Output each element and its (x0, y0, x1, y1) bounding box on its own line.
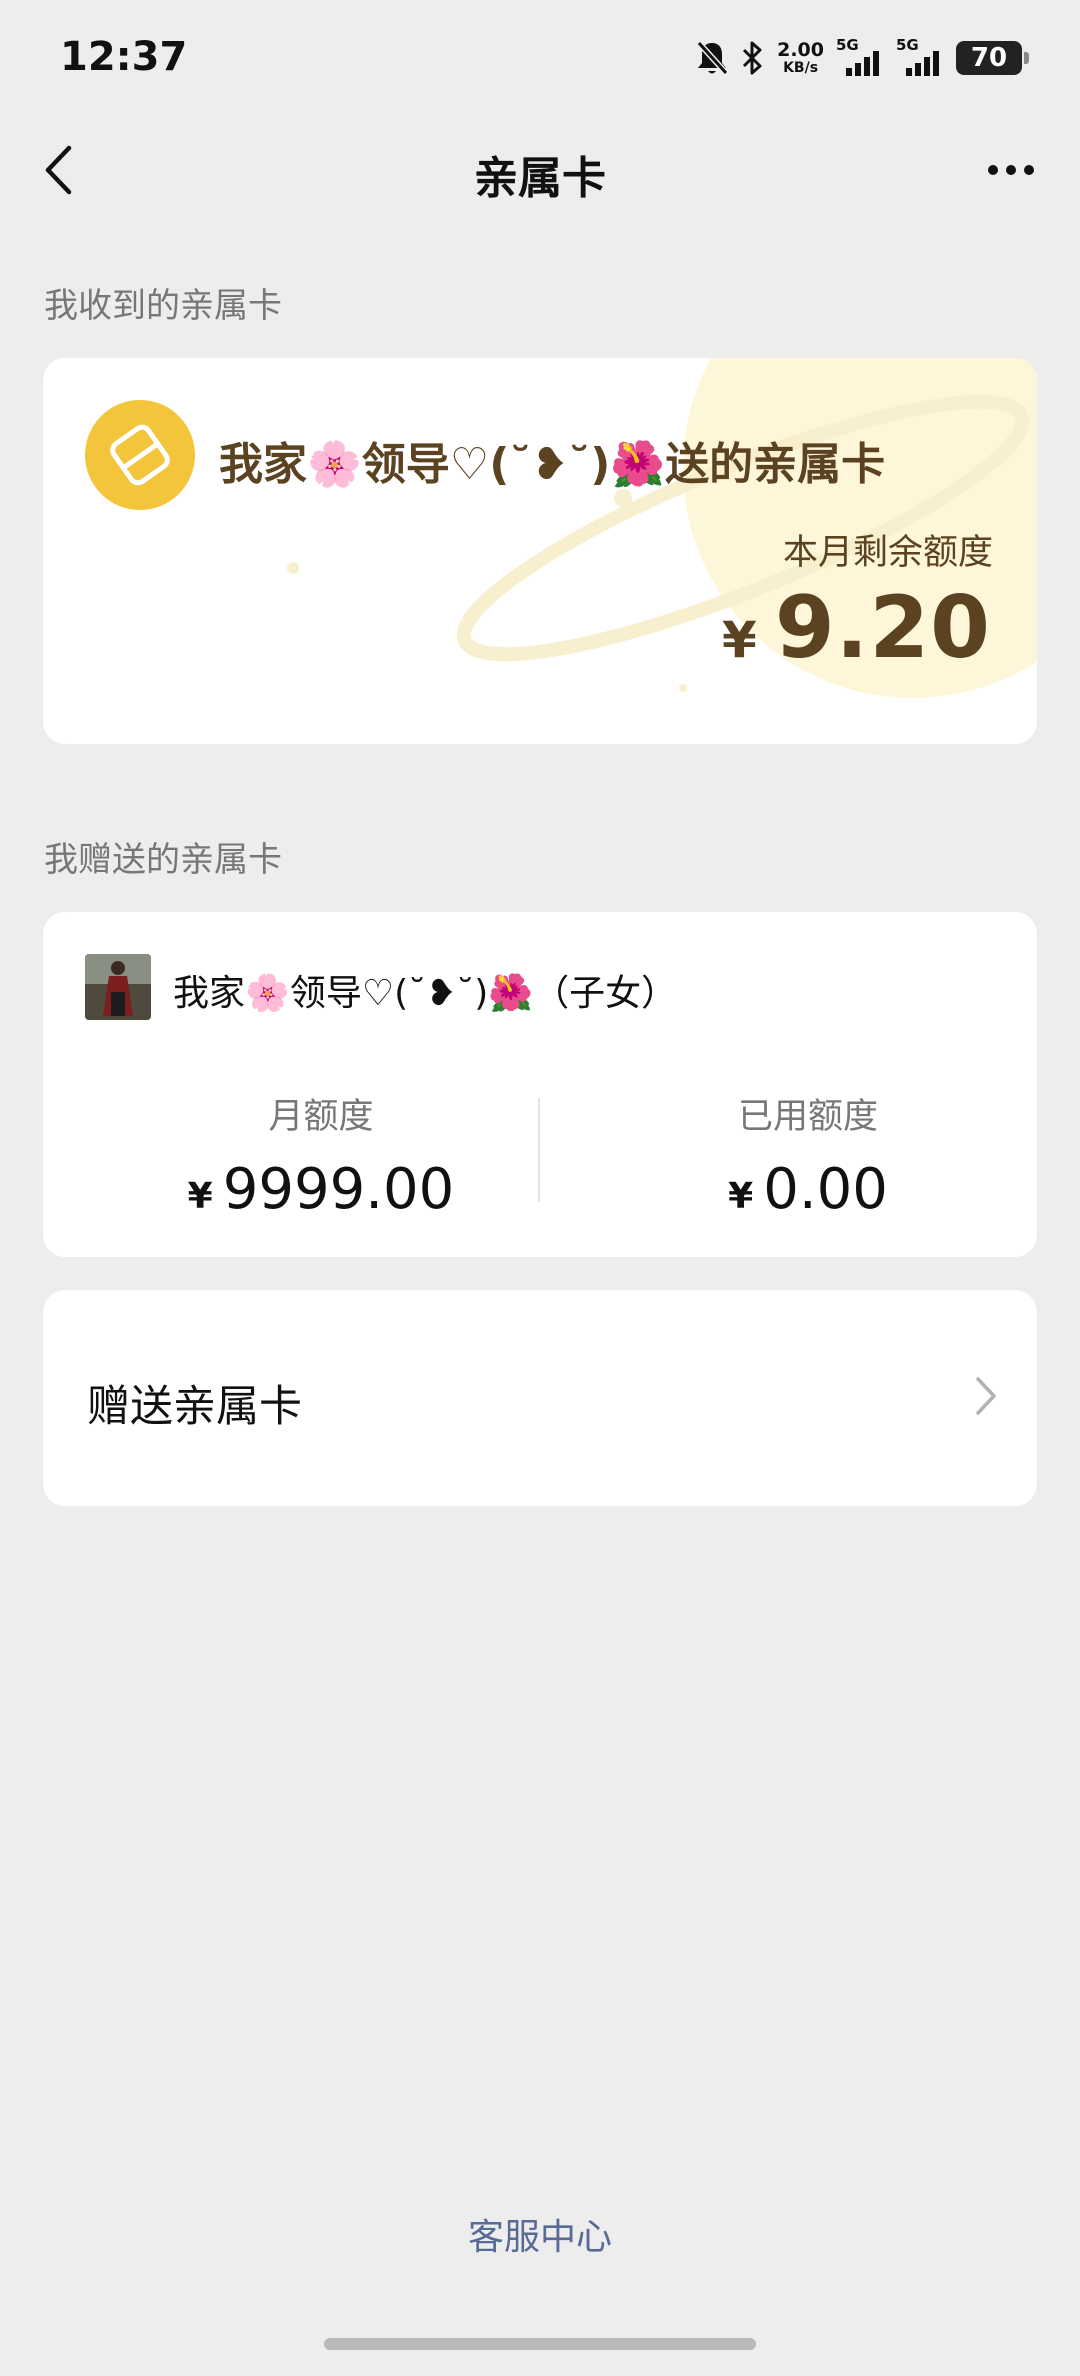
send-family-card-button[interactable]: 赠送亲属卡 (43, 1290, 1037, 1506)
remaining-quota-label: 本月剩余额度 (782, 533, 993, 573)
divider (538, 1098, 540, 1202)
network-speed-unit: KB/s (783, 60, 819, 76)
customer-service-link[interactable]: 客服中心 (0, 2208, 1080, 2260)
monthly-quota-amount: ¥ 9999.00 (141, 1157, 501, 1222)
network-speed-value: 2.00 (777, 39, 824, 61)
nav-bar: 亲属卡 (0, 120, 1080, 220)
used-quota-label: 已用额度 (737, 1097, 878, 1137)
sim2-signal: 5G (896, 36, 944, 78)
received-card-title: 我家🌸领导♡(˘❥˘)🌺送的亲属卡 (219, 439, 886, 490)
signal-bars-icon (846, 51, 879, 76)
more-dots-icon (1024, 165, 1034, 175)
monthly-quota-label: 月额度 (268, 1097, 374, 1137)
battery-indicator: 70 (956, 41, 1029, 75)
gifted-section-label: 我赠送的亲属卡 (44, 840, 282, 880)
more-dots-icon (1006, 165, 1016, 175)
network-speed: 2.00 KB/s (777, 40, 824, 76)
family-card-page: 12:37 2.00 KB/s 5G 5G 70 亲属卡 我收到的亲属卡 我家🌸… (0, 0, 1080, 2376)
received-section-label: 我收到的亲属卡 (44, 286, 282, 326)
remaining-quota-value: 9.20 (774, 578, 991, 678)
currency-symbol: ¥ (722, 611, 757, 669)
page-title: 亲属卡 (474, 153, 606, 204)
currency-symbol: ¥ (187, 1176, 213, 1217)
remaining-quota: ¥ 9.20 (722, 578, 991, 678)
bluetooth-icon (743, 41, 762, 75)
home-indicator[interactable] (324, 2338, 756, 2350)
status-bar: 12:37 2.00 KB/s 5G 5G 70 (0, 0, 1080, 120)
monthly-quota: 月额度 ¥ 9999.00 (141, 1088, 501, 1222)
chevron-right-icon (976, 1377, 996, 1415)
family-card-icon (85, 400, 195, 510)
signal-bars-icon (906, 51, 939, 76)
avatar (85, 954, 151, 1020)
status-time: 12:37 (60, 34, 188, 80)
gifted-card[interactable]: 我家🌸领导♡(˘❥˘)🌺（子女） 月额度 ¥ 9999.00 已用额度 ¥ 0.… (43, 912, 1037, 1257)
battery-level: 70 (970, 43, 1008, 73)
send-family-card-label: 赠送亲属卡 (87, 1382, 302, 1432)
recipient-name: 我家🌸领导♡(˘❥˘)🌺（子女） (173, 973, 678, 1014)
more-button[interactable] (976, 142, 1046, 198)
bell-muted-icon (696, 40, 729, 76)
used-quota: 已用额度 ¥ 0.00 (628, 1088, 988, 1222)
status-icons: 2.00 KB/s 5G 5G 70 (695, 34, 1029, 82)
used-quota-value: 0.00 (763, 1157, 888, 1222)
monthly-quota-value: 9999.00 (222, 1157, 455, 1222)
used-quota-amount: ¥ 0.00 (628, 1157, 988, 1222)
more-dots-icon (988, 165, 998, 175)
received-card[interactable]: 我家🌸领导♡(˘❥˘)🌺送的亲属卡 本月剩余额度 ¥ 9.20 (43, 358, 1037, 744)
currency-symbol: ¥ (728, 1176, 754, 1217)
sim1-signal: 5G (836, 36, 884, 78)
